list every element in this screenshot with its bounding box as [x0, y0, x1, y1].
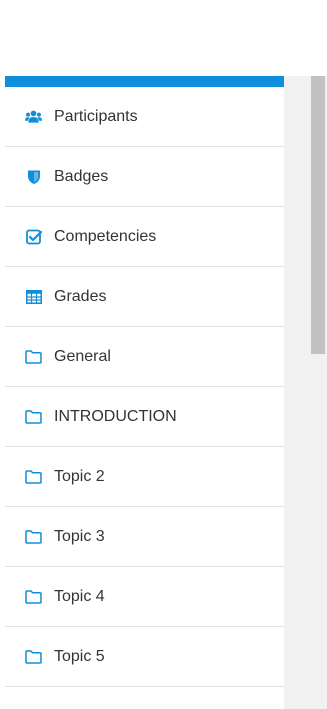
- scroll-track[interactable]: [284, 76, 327, 709]
- folder-icon: [25, 528, 42, 545]
- folder-icon: [25, 648, 42, 665]
- checkbox-icon: [25, 228, 42, 245]
- folder-icon: [25, 348, 42, 365]
- nav-item-label: INTRODUCTION: [54, 407, 177, 425]
- table-icon: [25, 288, 42, 305]
- folder-icon: [25, 408, 42, 425]
- nav-item-badges[interactable]: Badges: [5, 147, 284, 207]
- nav-item-introduction[interactable]: INTRODUCTION: [5, 387, 284, 447]
- nav-item-label: Participants: [54, 107, 138, 125]
- nav-drawer: Participants Badges Competencies Grades …: [5, 76, 284, 709]
- nav-item-label: Badges: [54, 167, 109, 185]
- folder-icon: [25, 468, 42, 485]
- nav-item-label: Topic 3: [54, 527, 105, 545]
- scrollbar-thumb[interactable]: [311, 76, 325, 354]
- nav-item-label: Competencies: [54, 227, 157, 245]
- nav-item-participants[interactable]: Participants: [5, 87, 284, 147]
- nav-item-topic-2[interactable]: Topic 2: [5, 447, 284, 507]
- nav-item-label: General: [54, 347, 111, 365]
- nav-item-topic-3[interactable]: Topic 3: [5, 507, 284, 567]
- nav-item-competencies[interactable]: Competencies: [5, 207, 284, 267]
- page: Participants Badges Competencies Grades …: [0, 0, 327, 709]
- nav-item-topic-4[interactable]: Topic 4: [5, 567, 284, 627]
- nav-item-general[interactable]: General: [5, 327, 284, 387]
- nav-item-label: Grades: [54, 287, 107, 305]
- folder-icon: [25, 588, 42, 605]
- nav-list: Participants Badges Competencies Grades …: [5, 87, 284, 687]
- nav-item-label: Topic 4: [54, 587, 105, 605]
- nav-item-label: Topic 5: [54, 647, 105, 665]
- shield-icon: [25, 168, 42, 185]
- users-icon: [25, 108, 42, 125]
- nav-item-grades[interactable]: Grades: [5, 267, 284, 327]
- nav-item-label: Topic 2: [54, 467, 105, 485]
- nav-item-topic-5[interactable]: Topic 5: [5, 627, 284, 687]
